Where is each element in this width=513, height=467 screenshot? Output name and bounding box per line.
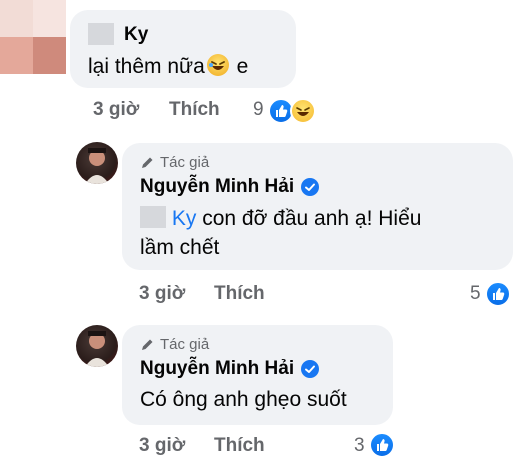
comment-text-line: lầm chết	[140, 236, 220, 259]
avatar[interactable]	[76, 142, 118, 184]
comment-text: Ky con đỡ đầu anh ạ! Hiểu lầm chết	[140, 204, 421, 262]
reaction-count[interactable]: 9	[253, 99, 264, 121]
comment-text: Có ông anh ghẹo suốt	[140, 388, 347, 411]
like-button[interactable]: Thích	[214, 435, 265, 457]
like-icon	[485, 281, 511, 307]
author-badge-label: Tác giả	[160, 336, 210, 353]
comment-author[interactable]: Ky	[124, 24, 148, 46]
redacted-avatar-box	[140, 206, 166, 228]
author-badge: Tác giả	[140, 154, 209, 171]
comment-text-suffix: e	[236, 55, 249, 78]
comment-text-main: lại thêm nữa	[88, 55, 205, 78]
mention-link[interactable]: Ky	[172, 207, 197, 230]
reaction-count[interactable]: 5	[470, 283, 481, 305]
author-badge-label: Tác giả	[160, 154, 210, 171]
comment-bubble: Ky lại thêm nữa e	[70, 10, 296, 88]
pencil-icon	[142, 339, 153, 350]
comment-time[interactable]: 3 giờ	[139, 283, 185, 305]
comment-time[interactable]: 3 giờ	[93, 99, 139, 121]
comment-text: lại thêm nữa e	[88, 54, 248, 79]
redacted-avatar-box	[88, 23, 114, 45]
reaction-count[interactable]: 3	[354, 435, 365, 457]
laughing-emoji-icon	[206, 54, 229, 76]
like-icon	[369, 432, 395, 458]
comment-author[interactable]: Nguyễn Minh Hải	[140, 176, 294, 198]
comment-time[interactable]: 3 giờ	[139, 435, 185, 457]
verified-badge-icon	[301, 178, 320, 196]
comment-bubble: Tác giả Nguyễn Minh Hải Ky con đỡ đầu an…	[122, 143, 513, 270]
avatar[interactable]	[76, 325, 118, 367]
avatar[interactable]	[0, 0, 66, 74]
verified-badge-icon	[301, 360, 320, 378]
comment-author-row: Nguyễn Minh Hải	[140, 176, 320, 198]
like-button[interactable]: Thích	[169, 99, 220, 121]
pencil-icon	[142, 157, 153, 168]
comment-author-row: Nguyễn Minh Hải	[140, 358, 320, 380]
comment-author[interactable]: Nguyễn Minh Hải	[140, 358, 294, 380]
haha-icon	[290, 98, 316, 124]
author-badge: Tác giả	[140, 336, 209, 353]
comment-text-line: con đỡ đầu anh ạ! Hiểu	[196, 207, 422, 230]
comment-bubble: Tác giả Nguyễn Minh Hải Có ông anh ghẹo …	[122, 325, 393, 425]
like-button[interactable]: Thích	[214, 283, 265, 305]
